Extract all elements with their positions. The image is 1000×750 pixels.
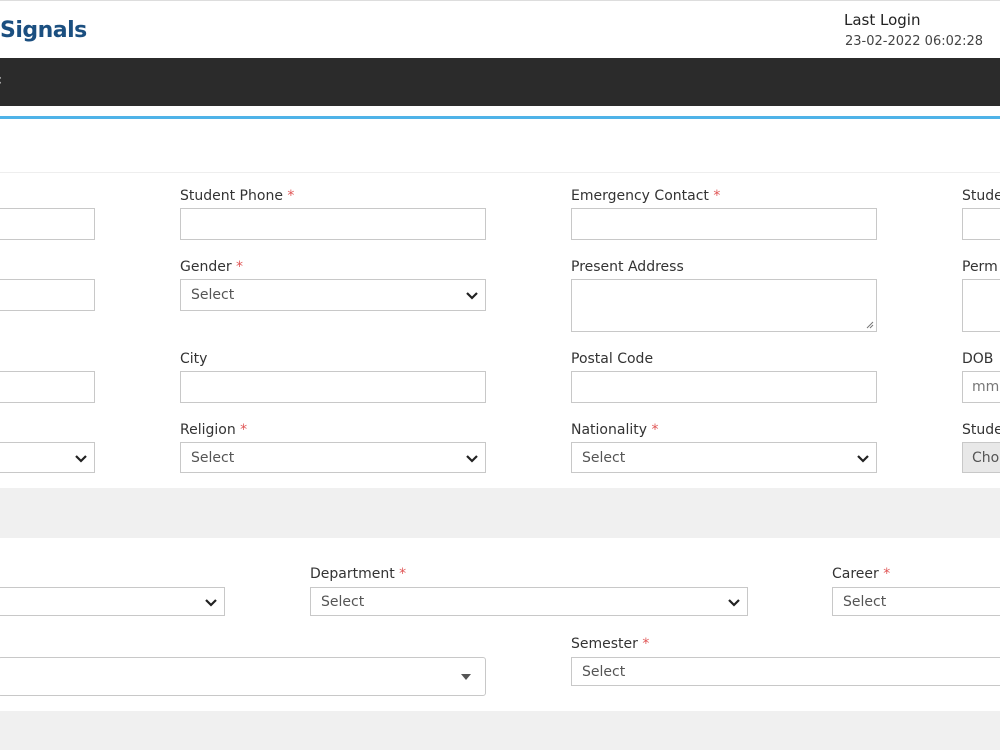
city-input[interactable] xyxy=(180,371,486,403)
dob-input[interactable]: mm xyxy=(962,371,1000,403)
chevron-down-icon xyxy=(205,598,217,607)
cut-off-input-row1[interactable] xyxy=(0,208,95,240)
religion-select-value: Select xyxy=(191,449,235,466)
department-select-value: Select xyxy=(321,593,365,610)
present-address-label: Present Address xyxy=(571,259,684,275)
gender-select[interactable]: Select xyxy=(180,279,486,311)
last-login-label: Last Login xyxy=(844,11,921,29)
app-header xyxy=(0,0,1000,59)
emergency-contact-label: Emergency Contact * xyxy=(571,188,721,204)
cut-off-input-row2[interactable] xyxy=(0,279,95,311)
career-select[interactable]: Select xyxy=(832,587,1000,616)
chevron-down-icon xyxy=(466,292,478,300)
student-phone-input[interactable] xyxy=(180,208,486,240)
gender-select-value: Select xyxy=(191,287,235,303)
gender-label: Gender * xyxy=(180,259,244,275)
student-phone-label: Student Phone * xyxy=(180,188,295,204)
department-select[interactable]: Select xyxy=(310,587,748,616)
caret-down-icon xyxy=(461,673,471,680)
postal-code-label: Postal Code xyxy=(571,351,654,367)
student-photo-file-input[interactable]: Cho xyxy=(962,442,1000,473)
student-field-input-1[interactable] xyxy=(962,208,1000,240)
last-login-time: 23-02-2022 06:02:28 xyxy=(845,34,984,49)
religion-select[interactable]: Select xyxy=(180,442,486,473)
resize-grip-icon[interactable] xyxy=(866,321,874,329)
nav-collapse-arrow-icon[interactable]: ‹ xyxy=(0,70,2,89)
emergency-contact-input[interactable] xyxy=(571,208,877,240)
permanent-address-label: Perm xyxy=(962,259,998,275)
career-label: Career * xyxy=(832,566,891,582)
cut-off-select-academic-1[interactable] xyxy=(0,587,225,616)
choose-file-button[interactable]: Cho xyxy=(972,450,999,466)
present-address-textarea[interactable] xyxy=(571,279,877,332)
postal-code-input[interactable] xyxy=(571,371,877,403)
city-label: City xyxy=(180,351,208,367)
accent-divider xyxy=(0,116,1000,119)
chevron-down-icon xyxy=(75,454,87,463)
cut-off-select-academic-2[interactable] xyxy=(0,657,486,696)
dob-placeholder: mm xyxy=(972,379,1000,395)
student-field-label-2: Stude xyxy=(962,422,1000,438)
chevron-down-icon xyxy=(857,454,869,463)
career-select-value: Select xyxy=(843,593,887,610)
brand-logo-text[interactable]: Signals xyxy=(0,18,87,43)
section-header-band xyxy=(0,488,1000,538)
semester-select-value: Select xyxy=(582,663,626,680)
nationality-select-value: Select xyxy=(582,449,626,466)
section-divider xyxy=(0,172,1000,173)
dob-label: DOB xyxy=(962,351,994,367)
semester-select[interactable]: Select xyxy=(571,657,1000,686)
chevron-down-icon xyxy=(466,454,478,463)
permanent-address-textarea[interactable] xyxy=(962,279,1000,332)
cut-off-select-row4[interactable] xyxy=(0,442,95,473)
semester-label: Semester * xyxy=(571,636,650,652)
religion-label: Religion * xyxy=(180,422,248,438)
footer-band xyxy=(0,711,1000,750)
department-label: Department * xyxy=(310,566,407,582)
student-field-label-1: Stude xyxy=(962,188,1000,204)
chevron-down-icon xyxy=(728,598,740,607)
main-nav-bar xyxy=(0,58,1000,106)
nationality-select[interactable]: Select xyxy=(571,442,877,473)
nationality-label: Nationality * xyxy=(571,422,659,438)
cut-off-input-row3[interactable] xyxy=(0,371,95,403)
